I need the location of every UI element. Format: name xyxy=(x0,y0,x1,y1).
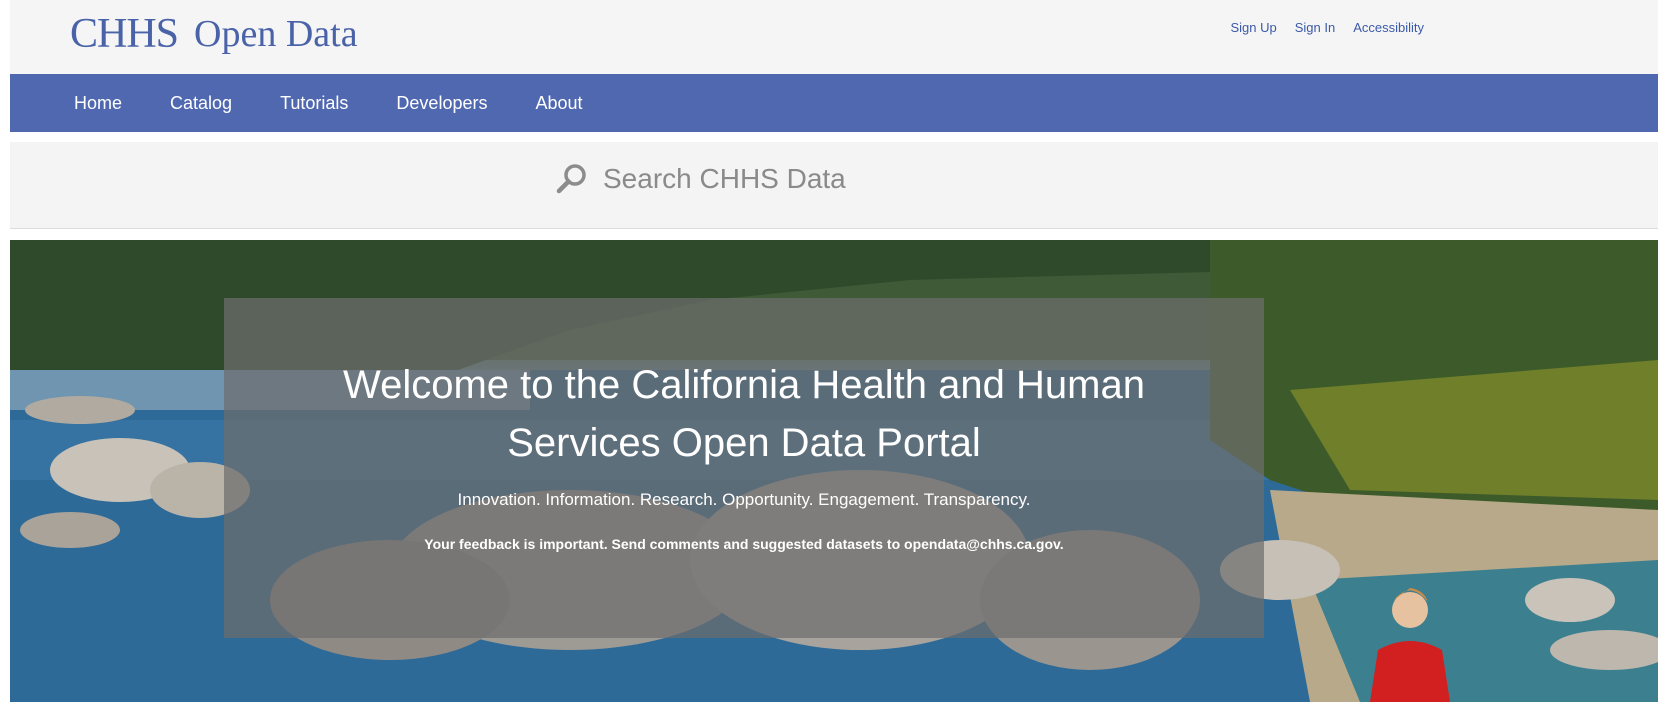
welcome-panel: Welcome to the California Health and Hum… xyxy=(224,298,1264,638)
main-nav: Home Catalog Tutorials Developers About xyxy=(10,74,1658,132)
tagline: Innovation. Information. Research. Oppor… xyxy=(457,490,1031,509)
nav-home[interactable]: Home xyxy=(74,93,122,114)
sign-up-link[interactable]: Sign Up xyxy=(1230,20,1276,35)
search-input[interactable] xyxy=(603,163,1023,195)
logo-text: Open Data xyxy=(194,13,358,55)
logo-mark: CHHS xyxy=(70,11,179,57)
utility-links: Sign Up Sign In Accessibility xyxy=(1230,20,1424,35)
site-header: CHHS Open Data Sign Up Sign In Accessibi… xyxy=(10,0,1658,74)
welcome-heading: Welcome to the California Health and Hum… xyxy=(343,363,1145,465)
logo[interactable]: CHHS Open Data xyxy=(70,6,358,62)
search-band xyxy=(10,142,1658,229)
accessibility-link[interactable]: Accessibility xyxy=(1353,20,1424,35)
sign-in-link[interactable]: Sign In xyxy=(1295,20,1335,35)
search-icon[interactable] xyxy=(555,162,589,196)
search-box xyxy=(555,162,1023,196)
nav-tutorials[interactable]: Tutorials xyxy=(280,93,348,114)
feedback-message: Your feedback is important. Send comment… xyxy=(424,536,1064,552)
page: CHHS Open Data Sign Up Sign In Accessibi… xyxy=(10,0,1658,702)
hero-banner: Welcome to the California Health and Hum… xyxy=(10,240,1658,702)
nav-developers[interactable]: Developers xyxy=(396,93,487,114)
nav-about[interactable]: About xyxy=(535,93,582,114)
nav-catalog[interactable]: Catalog xyxy=(170,93,232,114)
